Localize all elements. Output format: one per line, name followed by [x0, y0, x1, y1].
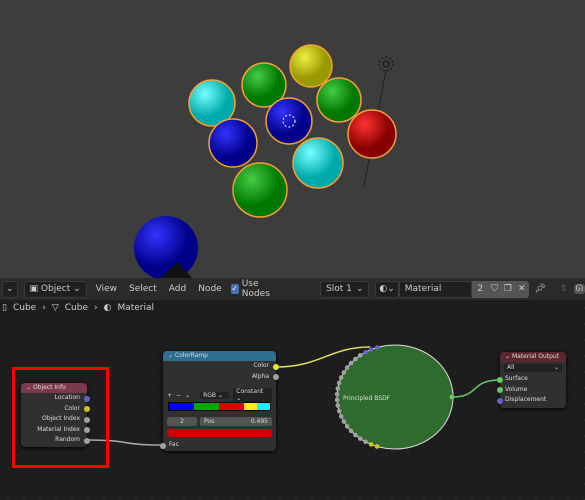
principled-title: Principled BSDF: [343, 395, 391, 402]
socket-icon[interactable]: [84, 395, 90, 402]
add-stop-button[interactable]: +: [167, 392, 172, 399]
socket-icon[interactable]: [84, 406, 90, 412]
socket-icon[interactable]: [84, 416, 90, 423]
socket-volume[interactable]: Volume: [497, 385, 566, 396]
socket-displacement[interactable]: Displacement: [497, 395, 566, 406]
remove-stop-button[interactable]: −: [176, 392, 181, 399]
input-socket[interactable]: [335, 403, 341, 408]
socket-icon[interactable]: [497, 376, 503, 383]
socket-icon[interactable]: [497, 387, 503, 393]
socket-color[interactable]: Color: [163, 361, 279, 372]
principled-bsdf-node[interactable]: Principled BSDF: [334, 344, 455, 450]
input-socket[interactable]: [357, 436, 363, 441]
input-socket[interactable]: [336, 408, 342, 414]
input-socket[interactable]: [353, 432, 358, 438]
socket-icon[interactable]: [84, 437, 90, 444]
input-socket[interactable]: [374, 345, 380, 350]
color-mode-select[interactable]: RGB ⌄: [200, 391, 230, 399]
target-select[interactable]: All ⌄: [504, 364, 562, 372]
input-socket[interactable]: [348, 428, 354, 434]
input-socket[interactable]: [357, 353, 363, 358]
input-socket[interactable]: [334, 391, 340, 397]
input-socket[interactable]: [338, 375, 344, 380]
material-output-node[interactable]: ⌄ Material Output All ⌄ Surface Volume Di…: [497, 352, 566, 408]
collapse-icon[interactable]: ⌄: [505, 353, 512, 360]
input-socket[interactable]: [341, 370, 347, 375]
collapse-icon[interactable]: ⌄: [26, 384, 33, 391]
node-title: Material Output: [511, 353, 560, 360]
node-title: ColorRamp: [174, 352, 208, 359]
color-ramp-node[interactable]: ⌄ ColorRamp Color Alpha + − ⌄ RGB ⌄ Cons…: [160, 351, 279, 451]
input-socket[interactable]: [368, 442, 374, 447]
input-socket[interactable]: [348, 360, 354, 366]
socket-alpha[interactable]: Alpha: [163, 372, 279, 383]
node-title: Object Info: [32, 384, 66, 391]
stop-index-field[interactable]: 2: [167, 417, 197, 426]
socket-fac[interactable]: Fac: [160, 440, 276, 451]
input-socket[interactable]: [344, 365, 350, 370]
color-ramp-bar[interactable]: [168, 402, 271, 411]
socket-icon[interactable]: [273, 374, 279, 380]
socket-icon[interactable]: [497, 397, 503, 404]
input-socket[interactable]: [353, 356, 358, 362]
position-field[interactable]: Pos 0.495: [200, 417, 272, 426]
stop-color-swatch[interactable]: [167, 429, 272, 437]
input-socket[interactable]: [368, 347, 374, 352]
interpolation-select[interactable]: Constant ⌄: [233, 388, 272, 402]
input-socket[interactable]: [341, 419, 347, 424]
bsdf-output-socket[interactable]: [449, 394, 455, 400]
socket-object-index[interactable]: Object Index: [21, 414, 90, 425]
input-socket[interactable]: [338, 414, 344, 419]
socket-random[interactable]: Random: [21, 435, 90, 446]
ramp-menu-button[interactable]: ⌄: [185, 392, 190, 399]
input-socket[interactable]: [334, 397, 340, 403]
socket-color[interactable]: Color: [21, 404, 90, 415]
collapse-icon[interactable]: ⌄: [168, 352, 175, 359]
link-bsdf-surface: [451, 379, 501, 398]
socket-icon[interactable]: [160, 442, 166, 449]
input-socket[interactable]: [374, 444, 380, 449]
socket-icon[interactable]: [273, 363, 279, 370]
socket-surface[interactable]: Surface: [497, 374, 566, 385]
socket-icon[interactable]: [84, 427, 90, 433]
input-socket[interactable]: [335, 386, 341, 391]
input-socket[interactable]: [363, 439, 368, 445]
object-info-node[interactable]: ⌄ Object Info Location Color Object Inde…: [21, 383, 90, 447]
socket-material-index[interactable]: Material Index: [21, 425, 90, 436]
socket-location[interactable]: Location: [21, 393, 90, 404]
input-socket[interactable]: [363, 349, 368, 355]
input-socket[interactable]: [336, 380, 342, 386]
input-socket[interactable]: [344, 424, 350, 429]
